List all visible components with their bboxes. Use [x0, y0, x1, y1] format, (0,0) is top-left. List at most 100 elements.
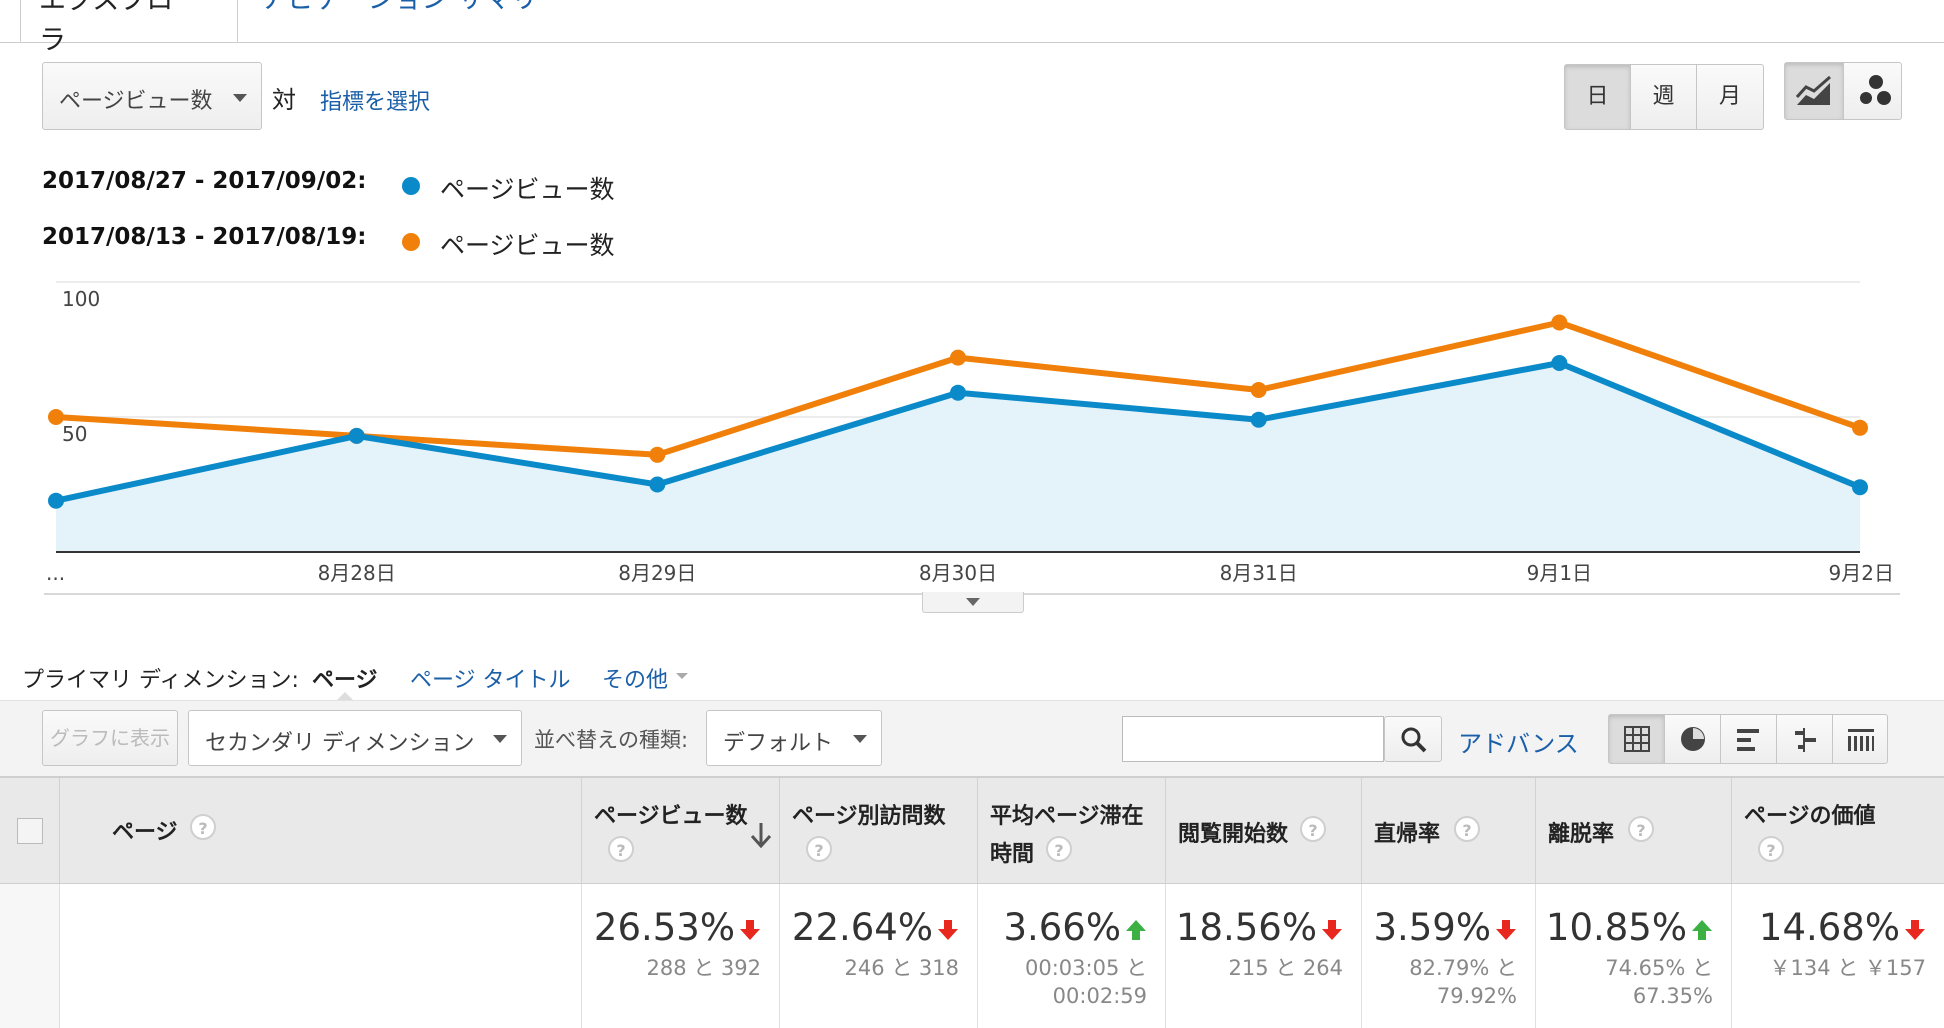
totals-page-cell [60, 884, 582, 1028]
help-icon[interactable]: ? [1454, 816, 1480, 842]
totals-checkbox-cell [0, 884, 60, 1028]
comparison-line: 215 と 264 [1228, 956, 1343, 980]
secondary-dimension-label: セカンダリ ディメンション [205, 731, 475, 756]
help-icon[interactable]: ? [1628, 816, 1654, 842]
data-point [1250, 411, 1267, 428]
timeline-chart: 100 50... 8月28日 8月29日 8月30日 8月31日 9月1日 9月2日 [44, 281, 1900, 595]
sort-type-value: デフォルト [723, 731, 834, 756]
totals-cell: 3.66% 00:03:05 と 00:02:59 [978, 884, 1166, 1028]
legend-label-previous: ページビュー数 [440, 231, 615, 260]
arrow-down-icon [1905, 919, 1925, 940]
select-metric-link[interactable]: 指標を選択 [320, 84, 430, 116]
totals-cell: 14.68% ￥134 と ￥157 [1732, 884, 1944, 1028]
line-chart-button[interactable] [1785, 63, 1844, 119]
column-header-pageviews[interactable]: ページビュー数 ? [582, 778, 780, 883]
comparison-values: 288 と 392 [646, 954, 761, 982]
data-point [950, 384, 966, 401]
period-month-button[interactable]: 月 [1697, 65, 1763, 129]
dimension-other[interactable]: その他 [602, 662, 688, 694]
metric-select[interactable]: ページビュー数 [42, 62, 262, 130]
chevron-down-icon [966, 598, 980, 606]
pivot-view-button[interactable] [1833, 715, 1889, 763]
period-week-button[interactable]: 週 [1631, 65, 1697, 129]
legend-dot-current [402, 177, 420, 195]
data-point [1551, 314, 1568, 331]
sort-type-select[interactable]: デフォルト [706, 710, 882, 766]
metric-select-label: ページビュー数 [59, 89, 213, 114]
help-icon[interactable]: ? [190, 814, 216, 840]
data-point [649, 476, 666, 493]
line-chart-icon [1795, 75, 1831, 105]
search-icon [1401, 727, 1427, 753]
data-point [950, 349, 966, 366]
change-value: 3.66% [1003, 906, 1121, 949]
comparison-values: ￥134 と ￥157 [1769, 954, 1926, 982]
arrow-up-icon [1692, 919, 1712, 940]
y-tick-label: 100 [62, 287, 100, 311]
dimension-page-active: ページ [312, 668, 378, 693]
help-icon[interactable]: ? [608, 836, 634, 862]
change-value: 3.59% [1373, 906, 1491, 949]
column-header-exit-rate[interactable]: 離脱率 ? [1536, 778, 1732, 883]
select-all-cell [0, 778, 60, 883]
help-icon[interactable]: ? [1300, 816, 1326, 842]
help-icon[interactable]: ? [806, 836, 832, 862]
bar-chart-icon [1736, 729, 1759, 751]
comparison-view-button[interactable] [1777, 715, 1833, 763]
x-tick-label: 8月31日 [1220, 561, 1298, 585]
column-header-entrances[interactable]: 閲覧開始数 ? [1166, 778, 1362, 883]
search-button[interactable] [1384, 716, 1442, 762]
performance-view-button[interactable] [1721, 715, 1777, 763]
x-tick-label: 8月28日 [318, 561, 396, 585]
primary-dimension-label: プライマリ ディメンション: [22, 668, 299, 693]
sort-descending-icon [750, 823, 772, 848]
help-icon[interactable]: ? [1758, 836, 1784, 862]
tab-navigation-summary[interactable]: ナビゲーション サマリー [242, 0, 583, 42]
data-point [649, 446, 666, 463]
chevron-down-icon [853, 735, 867, 743]
dimension-page-title[interactable]: ページ タイトル [410, 662, 571, 694]
comparison-values: 74.65% と 67.35% [1605, 954, 1713, 1010]
comparison-values: 00:03:05 と 00:02:59 [1025, 954, 1147, 1010]
data-point [1852, 479, 1868, 496]
pivot-icon [1848, 729, 1874, 751]
percentage-view-button[interactable] [1665, 715, 1721, 763]
chart-collapse-handle[interactable] [922, 592, 1024, 613]
help-icon[interactable]: ? [1046, 836, 1072, 862]
report-tabs: エクスプローラ ナビゲーション サマリー [0, 0, 1944, 56]
column-header-page[interactable]: ページ ? [60, 778, 582, 883]
totals-cell: 10.85% 74.65% と 67.35% [1536, 884, 1732, 1028]
column-header-page-value[interactable]: ページの価値 ? [1732, 778, 1944, 883]
column-header-unique-pageviews[interactable]: ページ別訪問数 ? [780, 778, 978, 883]
comparison-values: 82.79% と 79.92% [1409, 954, 1517, 1010]
arrow-down-icon [1322, 919, 1342, 940]
data-point [1551, 355, 1568, 371]
column-header-avg-time[interactable]: 平均ページ滞在 時間 ? [978, 778, 1166, 883]
advanced-filter-link[interactable]: アドバンス [1458, 724, 1579, 759]
column-header-bounce-rate[interactable]: 直帰率 ? [1362, 778, 1536, 883]
column-title: 直帰率 [1374, 822, 1441, 847]
totals-cell: 26.53% 288 と 392 [582, 884, 780, 1028]
data-view-button[interactable] [1609, 715, 1665, 763]
change-value: 18.56% [1175, 906, 1317, 949]
arrow-up-icon [1126, 919, 1146, 940]
secondary-dimension-select[interactable]: セカンダリ ディメンション [188, 710, 522, 766]
data-point [1852, 419, 1868, 436]
chevron-down-icon [493, 735, 507, 743]
change-percentage: 10.85% [1546, 906, 1713, 949]
change-percentage: 3.59% [1373, 906, 1517, 949]
comparison-line: ￥134 と ￥157 [1769, 956, 1926, 980]
pie-chart-icon [1680, 727, 1705, 751]
data-point [1250, 382, 1267, 398]
comparison-values: 246 と 318 [844, 954, 959, 982]
motion-chart-button[interactable] [1844, 63, 1903, 119]
table-search-input[interactable] [1122, 716, 1384, 762]
tab-explorer[interactable]: エクスプローラ [20, 0, 238, 56]
table-view-toggle [1608, 714, 1888, 764]
totals-cell: 18.56% 215 と 264 [1166, 884, 1362, 1028]
period-day-button[interactable]: 日 [1565, 65, 1631, 129]
chevron-down-icon [233, 94, 247, 102]
select-all-checkbox[interactable] [17, 818, 43, 844]
change-percentage: 18.56% [1176, 906, 1343, 949]
plot-rows-button[interactable]: グラフに表示 [42, 710, 178, 766]
